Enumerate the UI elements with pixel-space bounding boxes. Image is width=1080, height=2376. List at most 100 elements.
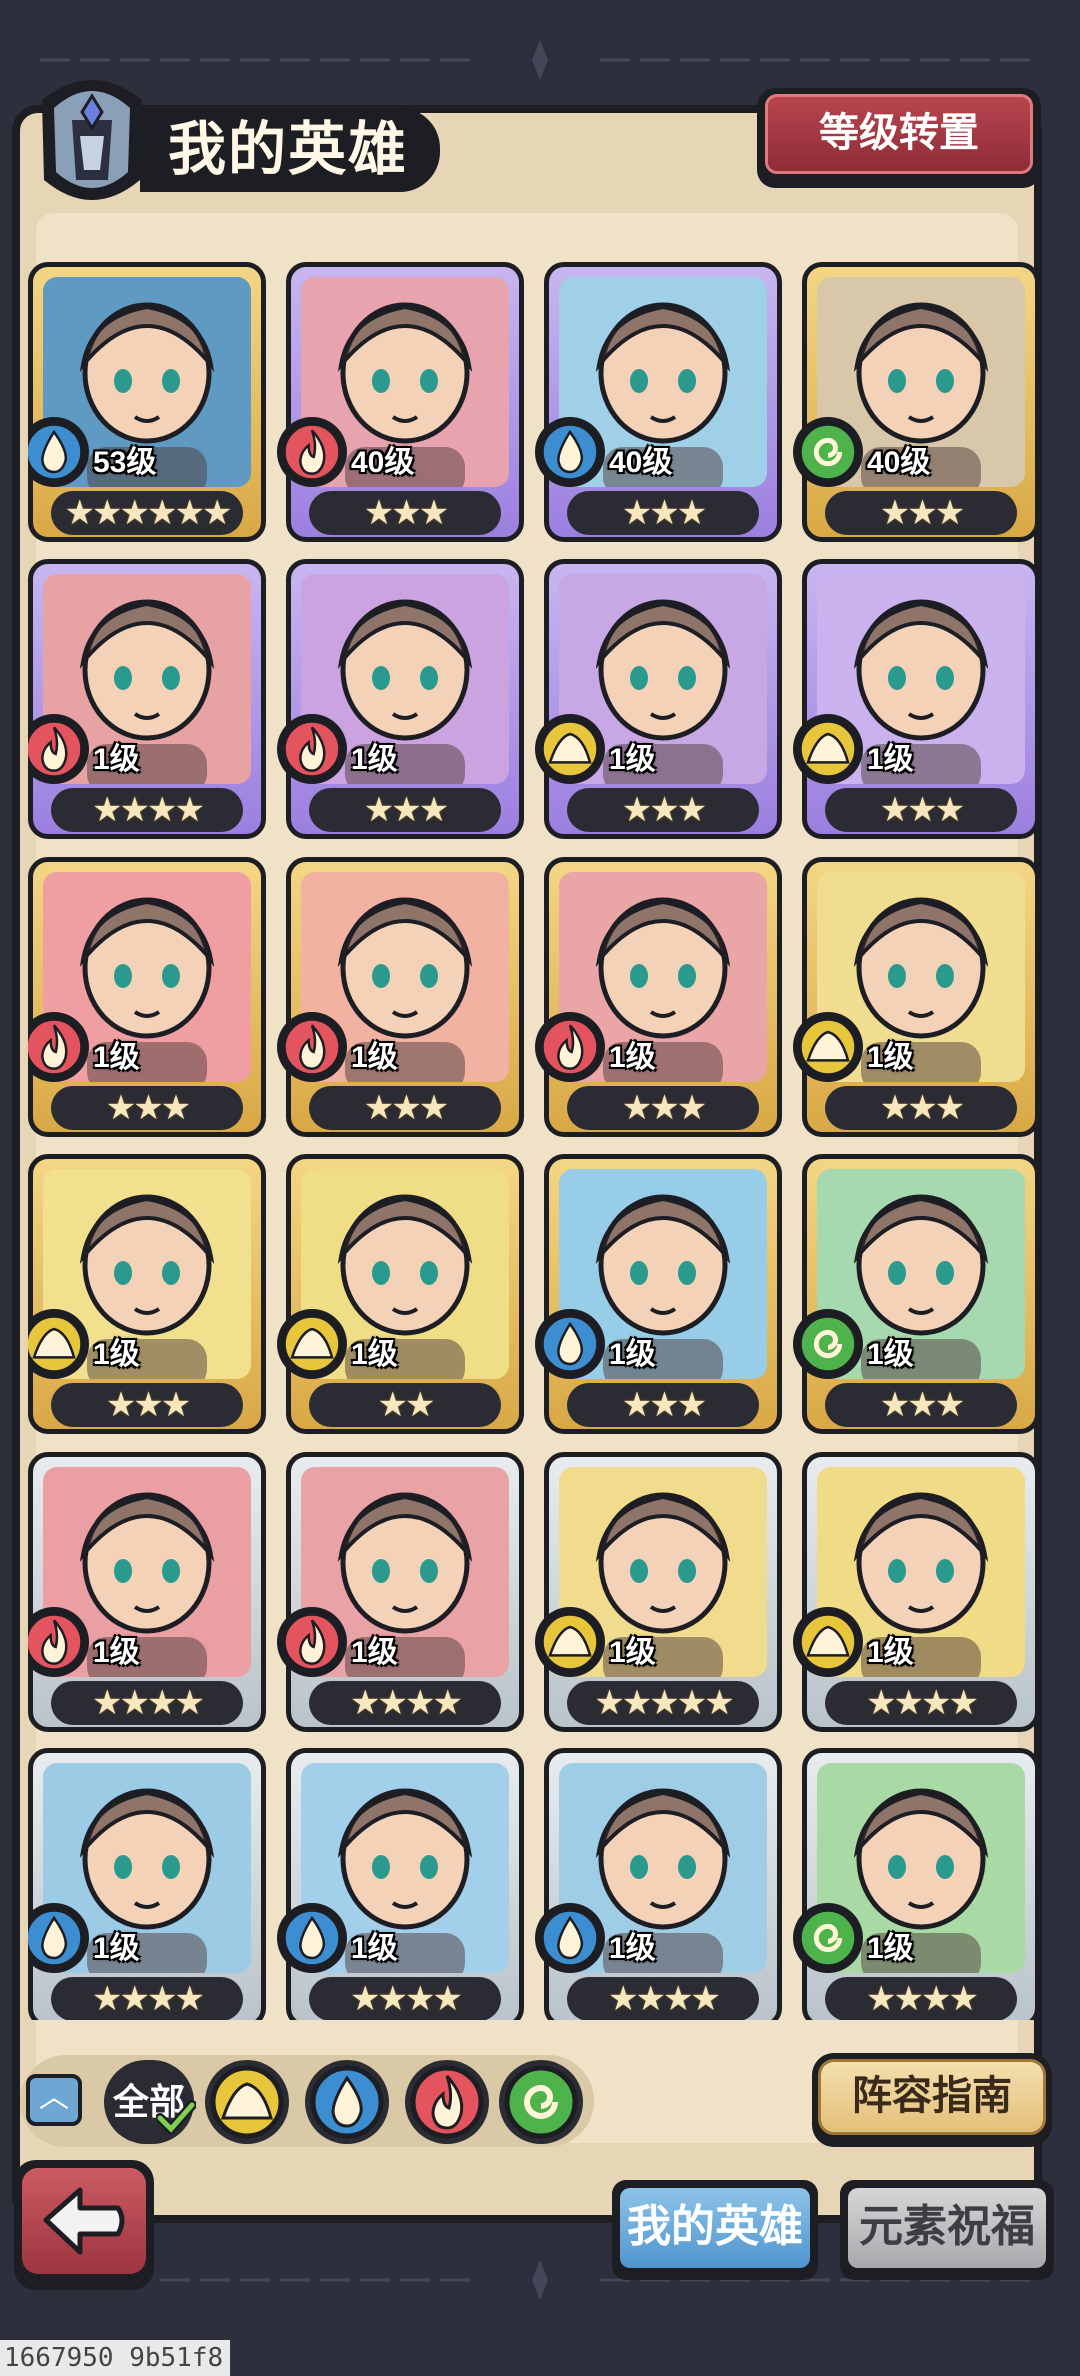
star-icons: ★★★ <box>621 791 707 829</box>
tab-element-blessing-label: 元素祝福 <box>848 2188 1046 2268</box>
hero-card[interactable]: 1级 ★★★★★ <box>535 1452 782 1732</box>
earth-element-icon <box>281 1313 343 1375</box>
filter-water-button[interactable] <box>305 2060 389 2144</box>
hero-star-rating: ★★★ <box>309 491 501 535</box>
earth-element-icon <box>28 1313 85 1375</box>
collapse-button[interactable]: ︿ <box>26 2074 82 2126</box>
hero-card[interactable]: 1级 ★★★ <box>535 857 782 1137</box>
hero-card[interactable]: 1级 ★★★★ <box>793 1748 1040 2020</box>
star-icons: ★★★★ <box>608 1980 721 2018</box>
wind-element-icon <box>797 1313 859 1375</box>
star-icons: ★★★ <box>621 1386 707 1424</box>
wind-element-icon <box>504 2065 578 2139</box>
filter-fire-button[interactable] <box>405 2060 489 2144</box>
hero-card[interactable]: 1级 ★★ <box>277 1154 524 1434</box>
hero-star-rating: ★★★ <box>51 1383 243 1427</box>
earth-element-badge <box>793 1607 863 1677</box>
star-icons: ★★★ <box>363 791 449 829</box>
hero-level: 1级 <box>609 1932 656 1965</box>
fire-element-badge <box>277 714 347 784</box>
hero-card[interactable]: 1级 ★★★ <box>28 857 266 1137</box>
hero-star-rating: ★★★★ <box>309 1681 501 1725</box>
hero-level: 1级 <box>867 743 914 776</box>
water-element-icon <box>539 1313 601 1375</box>
fire-element-icon <box>28 1611 85 1673</box>
lineup-guide-button[interactable]: 阵容指南 <box>812 2053 1052 2147</box>
hero-star-rating: ★★★ <box>309 1086 501 1130</box>
star-icons: ★★★ <box>105 1386 191 1424</box>
hero-level: 1级 <box>609 743 656 776</box>
hero-level: 1级 <box>609 1636 656 1669</box>
wind-element-icon <box>797 1907 859 1969</box>
filter-wind-button[interactable] <box>499 2060 583 2144</box>
tab-my-heroes[interactable]: 我的英雄 <box>612 2180 818 2280</box>
water-element-icon <box>310 2065 384 2139</box>
hero-card[interactable]: 53级 ★★★★★★ <box>28 262 266 542</box>
wind-element-icon <box>797 421 859 483</box>
hero-card[interactable]: 1级 ★★★★ <box>28 1452 266 1732</box>
hero-card[interactable]: 1级 ★★★ <box>277 857 524 1137</box>
helmet-icon <box>42 80 142 200</box>
hero-star-rating: ★★★ <box>567 1086 759 1130</box>
hero-card[interactable]: 1级 ★★★ <box>793 1154 1040 1434</box>
hero-level: 1级 <box>93 1338 140 1371</box>
hero-level: 1级 <box>351 1636 398 1669</box>
hero-card[interactable]: 1级 ★★★★ <box>277 1452 524 1732</box>
hero-star-rating: ★★★★ <box>567 1977 759 2020</box>
earth-element-icon <box>539 718 601 780</box>
hero-level: 40级 <box>867 446 931 479</box>
earth-element-icon <box>797 1611 859 1673</box>
star-icons: ★★★ <box>879 1089 965 1127</box>
hero-star-rating: ★★★ <box>825 1383 1017 1427</box>
fire-element-badge <box>28 714 89 784</box>
filter-earth-button[interactable] <box>205 2060 289 2144</box>
water-element-badge <box>535 1903 605 1973</box>
back-button[interactable] <box>14 2160 154 2290</box>
hero-card[interactable]: 1级 ★★★ <box>793 559 1040 839</box>
hero-card[interactable]: 40级 ★★★ <box>535 262 782 542</box>
wind-element-badge <box>793 1903 863 1973</box>
hero-card[interactable]: 1级 ★★★ <box>535 559 782 839</box>
hero-card[interactable]: 1级 ★★★★ <box>28 559 266 839</box>
hero-card[interactable]: 40级 ★★★ <box>277 262 524 542</box>
hero-card[interactable]: 1级 ★★★★ <box>535 1748 782 2020</box>
hero-star-rating: ★★★ <box>825 788 1017 832</box>
hero-card[interactable]: 1级 ★★★★ <box>277 1748 524 2020</box>
filter-all-button[interactable]: 全部 <box>104 2060 196 2144</box>
star-icons: ★★★★ <box>350 1980 463 2018</box>
hero-card[interactable]: 1级 ★★★ <box>793 857 1040 1137</box>
fire-element-icon <box>281 1016 343 1078</box>
hero-card[interactable]: 1级 ★★★ <box>28 1154 266 1434</box>
earth-element-icon <box>210 2065 284 2139</box>
water-element-badge <box>277 1903 347 1973</box>
fire-element-badge <box>28 1012 89 1082</box>
water-element-badge <box>535 417 605 487</box>
hero-card[interactable]: 1级 ★★★★ <box>28 1748 266 2020</box>
hero-card[interactable]: 1级 ★★★ <box>277 559 524 839</box>
top-decor-line <box>40 40 1040 80</box>
star-icons: ★★★★ <box>92 1684 205 1722</box>
water-element-badge <box>28 417 89 487</box>
hero-card[interactable]: 1级 ★★★★ <box>793 1452 1040 1732</box>
water-element-icon <box>28 421 85 483</box>
hero-card[interactable]: 1级 ★★★ <box>535 1154 782 1434</box>
hero-card[interactable]: 40级 ★★★ <box>793 262 1040 542</box>
fire-element-badge <box>277 1012 347 1082</box>
star-icons: ★★ <box>377 1386 436 1424</box>
tab-my-heroes-label: 我的英雄 <box>620 2188 810 2268</box>
fire-element-badge <box>535 1012 605 1082</box>
fire-element-icon <box>539 1016 601 1078</box>
tab-element-blessing[interactable]: 元素祝福 <box>840 2180 1054 2280</box>
hero-grid: 53级 ★★★★★★ 40级 ★★★ 40级 ★★★ 40级 ★★★ 1级 ★★★★ 1级 ★★★ 1级… <box>28 262 1048 2020</box>
water-element-badge <box>28 1903 89 1973</box>
earth-element-icon <box>797 718 859 780</box>
fire-element-icon <box>281 718 343 780</box>
hero-level: 40级 <box>609 446 673 479</box>
hero-star-rating: ★★★★ <box>825 1977 1017 2020</box>
star-icons: ★★★★ <box>92 791 205 829</box>
hero-level: 1级 <box>867 1636 914 1669</box>
level-transfer-button[interactable]: 等级转置 <box>757 88 1041 188</box>
star-icons: ★★★ <box>363 494 449 532</box>
hero-star-rating: ★★★ <box>51 1086 243 1130</box>
water-element-icon <box>281 1907 343 1969</box>
